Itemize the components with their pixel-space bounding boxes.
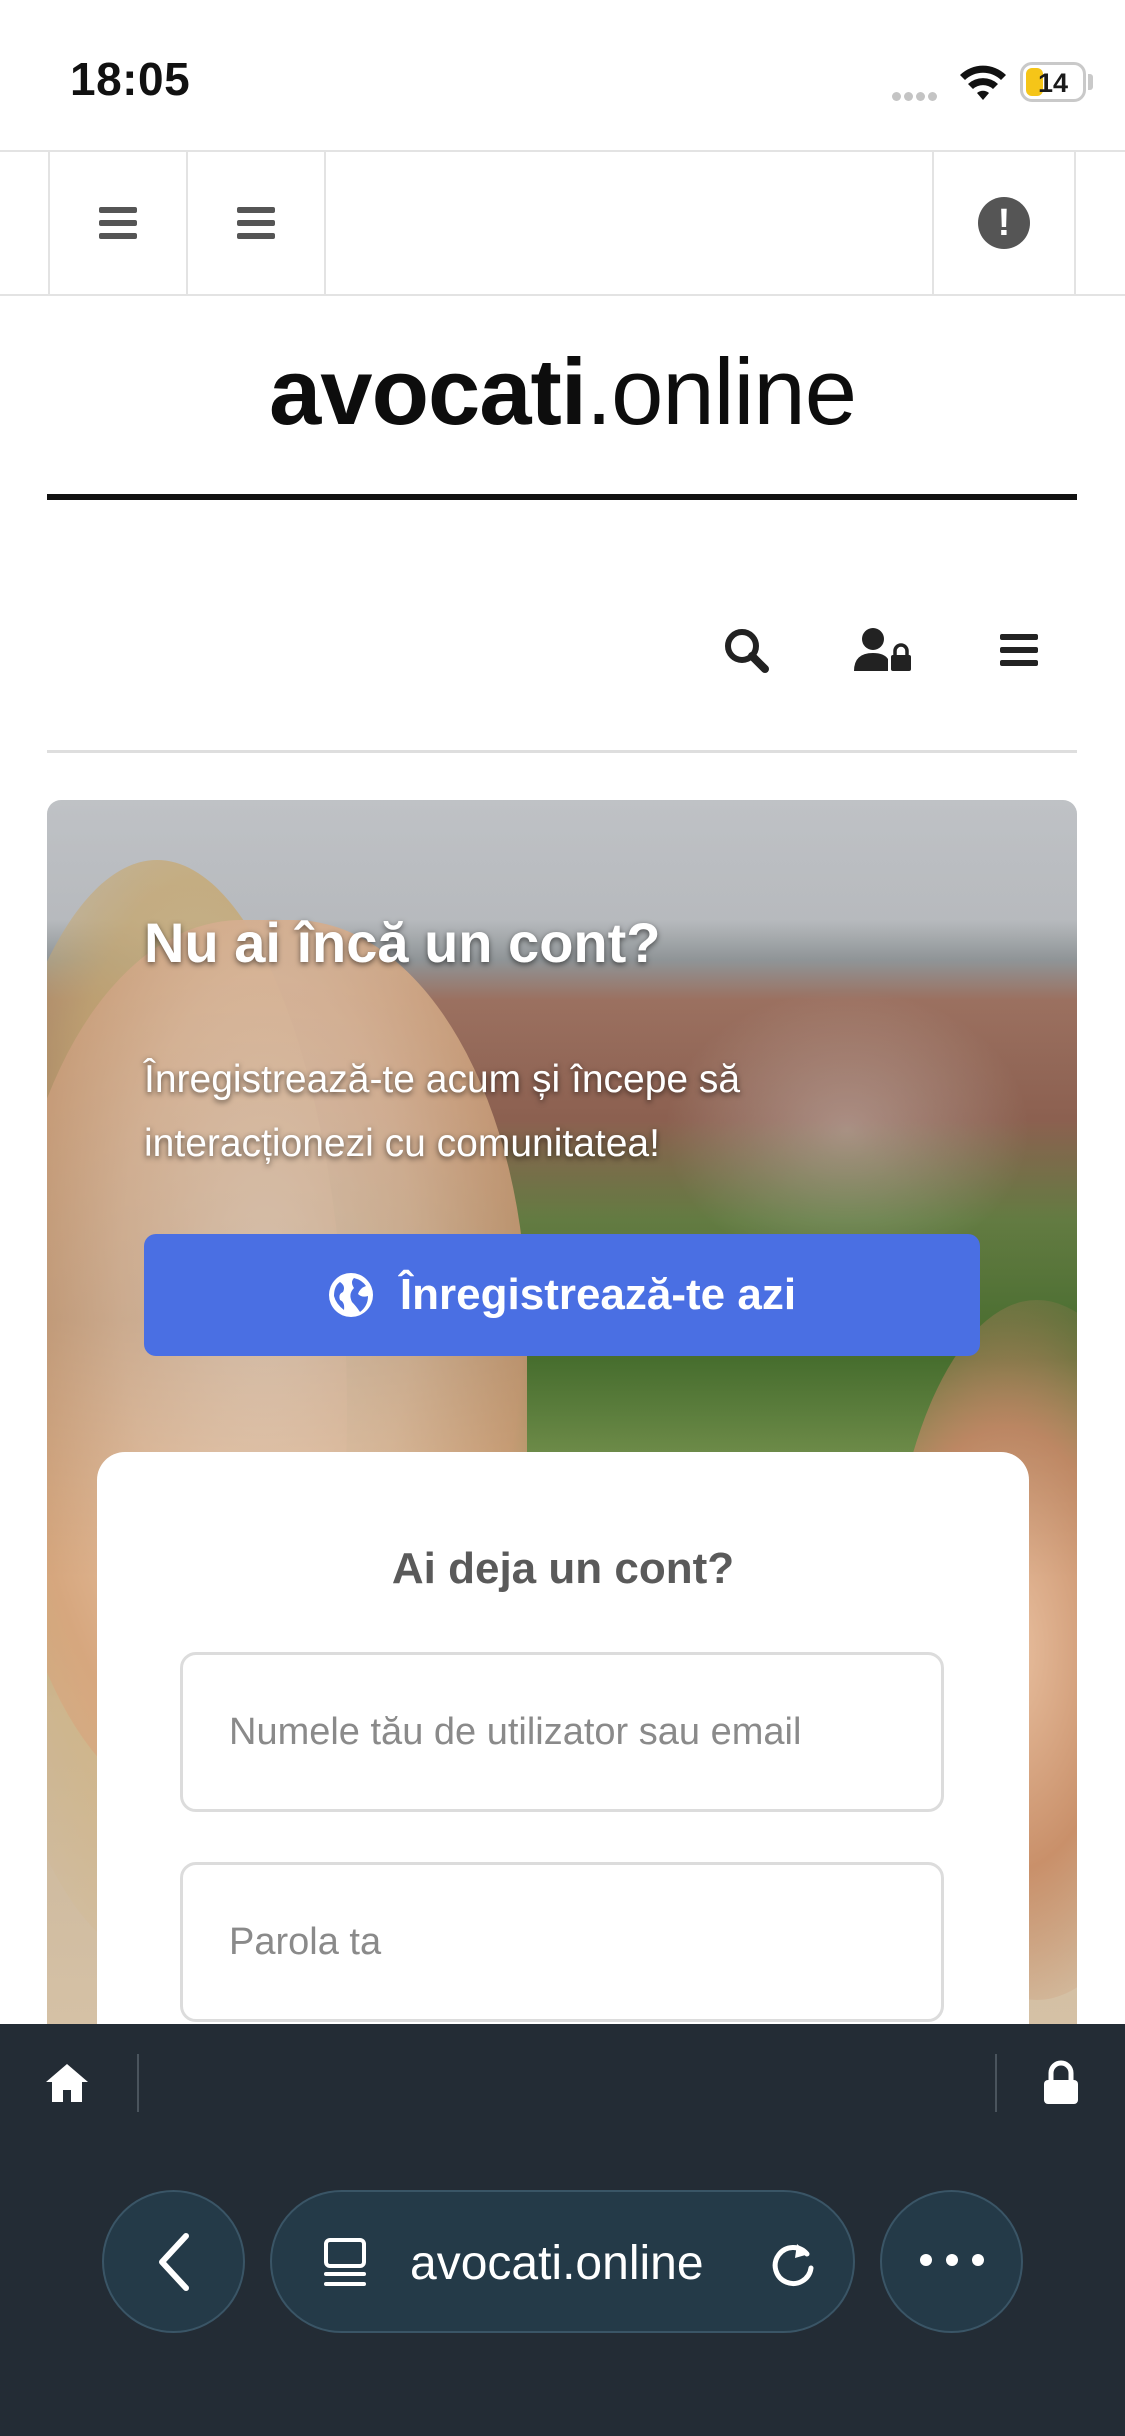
logo-bold-text: avocati bbox=[269, 339, 587, 444]
nav-empty-area bbox=[326, 152, 934, 294]
hero-subtitle: Înregistrează-te acum și începe să inter… bbox=[144, 1058, 741, 1165]
status-bar: 18:05 14 bbox=[0, 0, 1125, 150]
search-icon bbox=[725, 629, 769, 673]
logo-divider bbox=[47, 494, 1077, 500]
notifications-button[interactable]: ! bbox=[934, 152, 1076, 294]
user-lock-icon bbox=[854, 628, 911, 671]
url-text: avocati.online bbox=[410, 2237, 704, 2290]
logo-light-text: .online bbox=[585, 339, 857, 444]
tabs-icon bbox=[324, 2238, 366, 2286]
hamburger-icon bbox=[1000, 634, 1038, 666]
top-navigation-bar: ! bbox=[0, 150, 1125, 296]
ellipsis-icon bbox=[913, 2253, 991, 2271]
account-login-button[interactable] bbox=[853, 620, 913, 680]
home-icon[interactable] bbox=[44, 2062, 90, 2104]
exclamation-circle-icon: ! bbox=[978, 197, 1030, 249]
back-button[interactable] bbox=[102, 2190, 245, 2333]
chevron-left-icon bbox=[158, 2232, 189, 2291]
browser-top-row bbox=[0, 2024, 1125, 2140]
secondary-navigation bbox=[0, 620, 1125, 690]
battery-percent: 14 bbox=[1037, 68, 1069, 98]
more-options-button[interactable] bbox=[880, 2190, 1023, 2333]
nav-spacer bbox=[0, 152, 50, 294]
cellular-signal-icon bbox=[892, 88, 946, 101]
globe-icon bbox=[328, 1273, 373, 1317]
battery-cap bbox=[1088, 74, 1093, 90]
password-input[interactable]: Parola ta bbox=[180, 1862, 944, 2022]
toolbar-separator bbox=[995, 2054, 997, 2112]
hamburger-icon bbox=[237, 207, 275, 239]
lock-icon[interactable] bbox=[1042, 2060, 1080, 2106]
main-menu-button[interactable] bbox=[50, 152, 188, 294]
section-divider bbox=[47, 750, 1077, 753]
browser-toolbar: avocati.online bbox=[0, 2024, 1125, 2436]
hamburger-icon bbox=[99, 207, 137, 239]
search-button[interactable] bbox=[716, 620, 776, 680]
username-input[interactable]: Numele tău de utilizator sau email bbox=[180, 1652, 944, 1812]
register-button[interactable]: Înregistrează-te azi bbox=[144, 1234, 980, 1356]
status-time: 18:05 bbox=[70, 53, 191, 105]
address-bar[interactable]: avocati.online bbox=[270, 2190, 855, 2333]
site-menu-button[interactable] bbox=[989, 620, 1049, 680]
login-title: Ai deja un cont? bbox=[391, 1544, 735, 1593]
register-button-label: Înregistrează-te azi bbox=[399, 1270, 797, 1319]
hero-title: Nu ai încă un cont? bbox=[144, 911, 661, 974]
wifi-icon bbox=[960, 65, 1006, 100]
secondary-menu-button[interactable] bbox=[188, 152, 326, 294]
battery-icon: 14 bbox=[1020, 62, 1086, 102]
reload-icon[interactable] bbox=[767, 2238, 819, 2290]
toolbar-separator bbox=[137, 2054, 139, 2112]
site-logo[interactable]: avocati.online bbox=[0, 338, 1125, 446]
